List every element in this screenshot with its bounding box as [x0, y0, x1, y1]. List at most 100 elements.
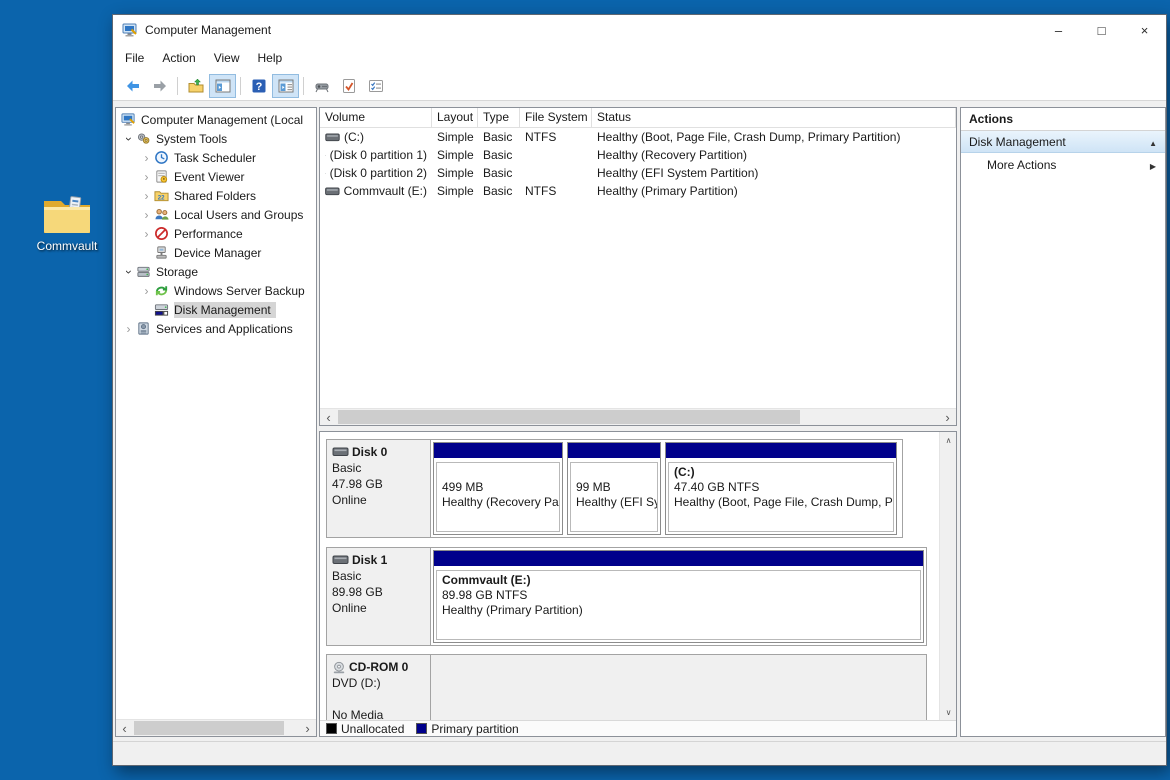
volume-list-horizontal-scrollbar[interactable] — [320, 408, 956, 425]
column-header-layout[interactable]: Layout — [432, 108, 478, 127]
local-users-and-groups-icon — [154, 207, 170, 223]
disk-icon — [332, 555, 349, 565]
chevron-expanded-icon[interactable] — [121, 265, 136, 279]
tree-item-disk-management[interactable]: Disk Management — [116, 300, 316, 319]
svg-text:?: ? — [255, 81, 262, 93]
back-button[interactable] — [119, 74, 146, 98]
volume-row-disk0-partition2[interactable]: (Disk 0 partition 2) Simple Basic Health… — [320, 164, 956, 182]
chevron-collapsed-icon[interactable] — [139, 284, 154, 298]
volume-row-commvault-e[interactable]: Commvault (E:) Simple Basic NTFS Healthy… — [320, 182, 956, 200]
windows-server-backup-icon — [154, 283, 170, 299]
tree-item-services-and-applications[interactable]: Services and Applications — [116, 319, 316, 338]
disk-1-label[interactable]: Disk 1 Basic 89.98 GB Online — [327, 548, 431, 645]
chevron-collapsed-icon[interactable] — [139, 208, 154, 222]
tree-item-performance[interactable]: Performance — [116, 224, 316, 243]
volume-status: Healthy (Recovery Partition) — [592, 148, 956, 162]
toolbar-separator — [240, 77, 241, 95]
scroll-right-icon[interactable] — [939, 409, 956, 425]
minimize-button[interactable]: – — [1037, 15, 1080, 45]
remote-device-button[interactable] — [308, 74, 335, 98]
tree-item-windows-server-backup[interactable]: Windows Server Backup — [116, 281, 316, 300]
disk-0-label[interactable]: Disk 0 Basic 47.98 GB Online — [327, 440, 431, 537]
column-header-type[interactable]: Type — [478, 108, 520, 127]
cdrom-empty-area[interactable] — [431, 655, 926, 720]
folder-icon — [17, 194, 117, 236]
tree-item-shared-folders[interactable]: 22 Shared Folders — [116, 186, 316, 205]
show-action-pane-button[interactable] — [272, 74, 299, 98]
volume-row-c[interactable]: (C:) Simple Basic NTFS Healthy (Boot, Pa… — [320, 128, 956, 146]
desktop-icon-commvault[interactable]: Commvault — [17, 194, 117, 253]
column-header-volume[interactable]: Volume — [320, 108, 432, 127]
partition-color-bar — [568, 443, 660, 458]
chevron-expanded-icon[interactable] — [121, 132, 136, 146]
volume-layout: Simple — [432, 130, 478, 144]
show-console-tree-button[interactable] — [209, 74, 236, 98]
tree-item-system-tools[interactable]: System Tools — [116, 129, 316, 148]
partition-status: Healthy (EFI System Partition) — [576, 495, 652, 510]
actions-section-disk-management[interactable]: Disk Management — [961, 131, 1165, 153]
scrollbar-thumb[interactable] — [338, 410, 800, 424]
tree-item-label: Disk Management — [174, 303, 273, 317]
disk-state: Online — [332, 492, 430, 508]
help-button[interactable]: ? — [245, 74, 272, 98]
tree-item-event-viewer[interactable]: Event Viewer — [116, 167, 316, 186]
chevron-collapsed-icon[interactable] — [139, 170, 154, 184]
cdrom-0-label[interactable]: CD-ROM 0 DVD (D:) No Media — [327, 655, 431, 720]
volume-icon — [325, 187, 340, 196]
chevron-collapsed-icon[interactable] — [139, 151, 154, 165]
column-header-file-system[interactable]: File System — [520, 108, 592, 127]
system-tools-icon — [136, 131, 152, 147]
shared-folders-icon: 22 — [154, 188, 170, 204]
volume-layout: Simple — [432, 184, 478, 198]
tree-item-computer-management[interactable]: Computer Management (Local — [116, 110, 316, 129]
disk-1-row: Disk 1 Basic 89.98 GB Online Commvault (… — [326, 547, 927, 646]
graphical-disk-pane: Disk 0 Basic 47.98 GB Online 49 — [319, 431, 957, 737]
close-button[interactable]: × — [1123, 15, 1166, 45]
disk-management-view: Volume Layout Type File System Status (C… — [319, 107, 957, 737]
partition-recovery[interactable]: 499 MB Healthy (Recovery Partition) — [433, 442, 563, 535]
tree-item-device-manager[interactable]: Device Manager — [116, 243, 316, 262]
title-bar[interactable]: Computer Management – □ × — [113, 15, 1166, 45]
column-header-status[interactable]: Status — [592, 108, 956, 127]
menu-file[interactable]: File — [116, 47, 153, 69]
preferences-list-button[interactable] — [362, 74, 389, 98]
volume-status: Healthy (EFI System Partition) — [592, 166, 956, 180]
scrollbar-thumb[interactable] — [134, 721, 284, 735]
partition-c[interactable]: (C:) 47.40 GB NTFS Healthy (Boot, Page F… — [665, 442, 897, 535]
tree-item-local-users-and-groups[interactable]: Local Users and Groups — [116, 205, 316, 224]
forward-button[interactable] — [146, 74, 173, 98]
scroll-right-icon[interactable] — [299, 720, 316, 736]
actions-header: Actions — [961, 108, 1165, 131]
svg-text:22: 22 — [158, 194, 165, 201]
desktop-icon-label: Commvault — [17, 239, 117, 253]
legend-label: Primary partition — [431, 722, 518, 736]
menu-view[interactable]: View — [205, 47, 249, 69]
partition-efi-system[interactable]: 99 MB Healthy (EFI System Partition) — [567, 442, 661, 535]
scroll-left-icon[interactable] — [320, 409, 337, 425]
up-folder-button[interactable] — [182, 74, 209, 98]
scroll-down-icon[interactable] — [940, 704, 957, 720]
status-bar — [113, 741, 1166, 765]
tree-item-task-scheduler[interactable]: Task Scheduler — [116, 148, 316, 167]
chevron-collapsed-icon[interactable] — [139, 189, 154, 203]
collapse-section-icon[interactable] — [1149, 135, 1157, 149]
volume-row-disk0-partition1[interactable]: (Disk 0 partition 1) Simple Basic Health… — [320, 146, 956, 164]
scroll-left-icon[interactable] — [116, 720, 133, 736]
volume-name: (Disk 0 partition 2) — [330, 166, 427, 180]
volume-name: (C:) — [344, 130, 364, 144]
maximize-button[interactable]: □ — [1080, 15, 1123, 45]
menu-help[interactable]: Help — [249, 47, 292, 69]
chevron-collapsed-icon[interactable] — [139, 227, 154, 241]
chevron-collapsed-icon[interactable] — [121, 322, 136, 336]
tree-horizontal-scrollbar[interactable] — [116, 719, 316, 736]
primary-partition-swatch — [416, 723, 427, 734]
scroll-up-icon[interactable] — [940, 432, 957, 448]
toolbar-separator — [303, 77, 304, 95]
tree-item-storage[interactable]: Storage — [116, 262, 316, 281]
menu-action[interactable]: Action — [153, 47, 204, 69]
disk-view-vertical-scrollbar[interactable] — [939, 432, 956, 720]
legend-label: Unallocated — [341, 722, 404, 736]
more-actions-item[interactable]: More Actions — [961, 153, 1165, 177]
validate-document-button[interactable] — [335, 74, 362, 98]
partition-commvault-e[interactable]: Commvault (E:) 89.98 GB NTFS Healthy (Pr… — [433, 550, 924, 643]
